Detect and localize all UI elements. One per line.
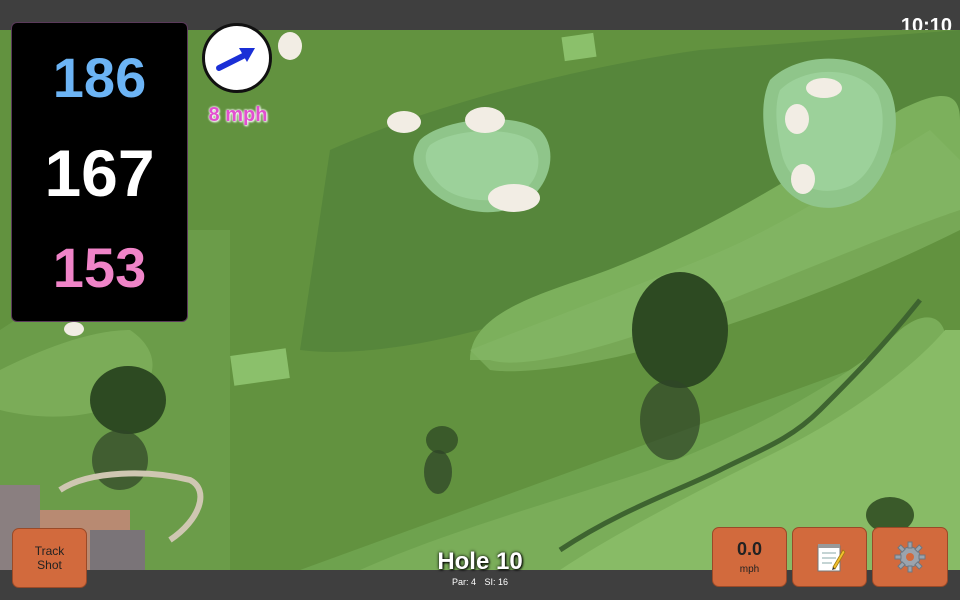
hole-title: Hole 10 [437,548,523,575]
speed-unit: mph [739,564,760,575]
back-distance: 186 [52,46,147,109]
track-shot-label-line2: Shot [37,558,62,572]
notes-button[interactable] [792,527,867,587]
notepad-icon [817,544,846,572]
wind-speed: 8 mph [208,104,268,126]
distance-panel: 186 167 153 [11,22,188,322]
speed-value: 0.0 [736,539,763,559]
track-shot-label-line1: Track [34,544,65,558]
speed-button[interactable]: 0.0 mph [712,527,787,587]
track-shot-button[interactable]: Track Shot [12,528,87,588]
wind-direction-arrow-icon [216,48,255,71]
middle-distance: 167 [44,136,155,210]
settings-button[interactable] [872,527,948,587]
hole-stroke-index: SI: 16 [484,577,509,587]
hole-par: Par: 4 [451,577,476,587]
hole-info: Par: 4 SI: 16 [380,577,580,587]
wind-indicator [202,23,272,93]
front-distance: 153 [52,236,147,299]
gear-icon [894,541,926,573]
